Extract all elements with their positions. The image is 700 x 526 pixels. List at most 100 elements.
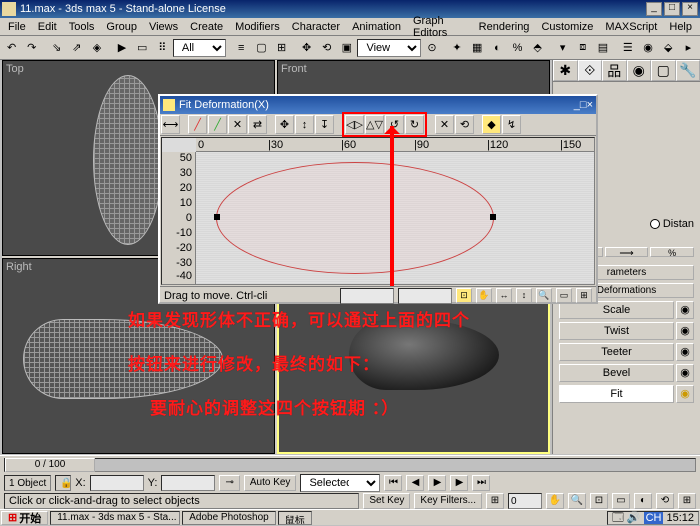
angle-snap-button[interactable]: ◐ — [488, 38, 507, 58]
swap-button[interactable]: ⇄ — [248, 115, 267, 134]
close-button[interactable]: × — [682, 2, 698, 16]
system-tray[interactable]: 🗔 🔊 CH 15:12 — [607, 511, 699, 525]
menu-maxscript[interactable]: MAXScript — [599, 21, 663, 33]
generate-path-button[interactable]: ↯ — [502, 115, 521, 134]
render-scene-button[interactable]: ⬙ — [659, 38, 678, 58]
menu-customize[interactable]: Customize — [535, 21, 599, 33]
unlink-button[interactable]: ⇗ — [67, 38, 86, 58]
named-sel-button[interactable]: ▾ — [553, 38, 572, 58]
menu-create[interactable]: Create — [184, 21, 229, 33]
rotate-cw-button[interactable]: ↻ — [405, 115, 424, 134]
nav-orbit-icon[interactable]: ⟲ — [656, 493, 674, 509]
taskbar-item-mouse[interactable]: 鼠标 — [278, 511, 312, 525]
radio-distan[interactable] — [650, 219, 660, 229]
align-button[interactable]: ▤ — [593, 38, 612, 58]
window-crossing-button[interactable]: ⊞ — [272, 38, 291, 58]
goto-start-button[interactable]: ⏮ — [384, 475, 402, 491]
teeter-button[interactable]: Teeter — [559, 343, 674, 361]
ik-button[interactable]: ✦ — [447, 38, 466, 58]
taskbar-item-3dsmax[interactable]: 11.max - 3ds max 5 - Sta... — [50, 511, 180, 525]
coord-y-input[interactable] — [161, 475, 215, 491]
current-frame-input[interactable] — [508, 493, 542, 509]
display-xy-button[interactable]: ✕ — [228, 115, 247, 134]
menu-group[interactable]: Group — [100, 21, 143, 33]
time-thumb[interactable]: 0 / 100 — [5, 458, 95, 472]
pivot-button[interactable]: ⊙ — [422, 38, 441, 58]
menu-grapheditors[interactable]: Graph Editors — [407, 15, 473, 39]
tray-icon[interactable]: 🗔 — [612, 512, 624, 524]
scale-button[interactable]: ▣ — [337, 38, 356, 58]
start-button[interactable]: ⊞开始 — [1, 511, 48, 525]
select-region-button[interactable]: ▭ — [133, 38, 152, 58]
insert-cp-button[interactable]: ↧ — [315, 115, 334, 134]
undo-button[interactable]: ↶ — [2, 38, 21, 58]
timeconfig-button[interactable]: ⊞ — [486, 493, 504, 509]
zoom-h-icon[interactable]: ↔ — [496, 288, 512, 303]
menu-edit[interactable]: Edit — [32, 21, 63, 33]
tray-icon[interactable]: 🔊 — [627, 512, 641, 524]
time-slider[interactable]: 0 / 100 — [4, 458, 696, 472]
fit-bulb-icon[interactable]: ◉ — [676, 385, 694, 403]
maximize-button[interactable]: □ — [664, 2, 680, 16]
select-byname-button[interactable]: ≡ — [232, 38, 251, 58]
move-cp-button[interactable]: ✥ — [275, 115, 294, 134]
scale-bulb-icon[interactable]: ◉ — [676, 301, 694, 319]
reset-curve-button[interactable]: ⟲ — [455, 115, 474, 134]
nav-fov-icon[interactable]: ◐ — [634, 493, 652, 509]
display-tab[interactable]: ▢ — [651, 60, 676, 81]
keymode-select[interactable]: Selected — [300, 474, 380, 492]
link-button[interactable]: ⇘ — [47, 38, 66, 58]
control-point[interactable] — [490, 214, 496, 220]
keyfilters-button[interactable]: Key Filters... — [414, 493, 482, 509]
rotate-button[interactable]: ⟲ — [317, 38, 336, 58]
select-button[interactable]: ▶ — [112, 38, 131, 58]
redo-button[interactable]: ↷ — [22, 38, 41, 58]
hierarchy-tab[interactable]: 品 — [602, 60, 627, 81]
key-button[interactable]: ⊸ — [219, 475, 239, 491]
nav-maximize-icon[interactable]: ⊞ — [678, 493, 696, 509]
menu-file[interactable]: File — [2, 21, 32, 33]
menu-help[interactable]: Help — [663, 21, 698, 33]
select-fence-button[interactable]: ⠿ — [153, 38, 172, 58]
pan-icon[interactable]: ✋ — [476, 288, 492, 303]
mirror-button[interactable]: ⧈ — [573, 38, 592, 58]
delete-cp-button[interactable]: ✕ — [435, 115, 454, 134]
select-rect-button[interactable]: ▢ — [252, 38, 271, 58]
zoom-v-icon[interactable]: ↕ — [516, 288, 532, 303]
mirror-v-button[interactable]: △▽ — [365, 115, 384, 134]
goto-end-button[interactable]: ⏭ — [472, 475, 490, 491]
scale-cp-button[interactable]: ↕ — [295, 115, 314, 134]
nav-pan-icon[interactable]: ✋ — [546, 493, 564, 509]
menu-tools[interactable]: Tools — [63, 21, 101, 33]
nav-region-icon[interactable]: ▭ — [612, 493, 630, 509]
bevel-bulb-icon[interactable]: ◉ — [676, 364, 694, 382]
utilities-tab[interactable]: 🔧 — [676, 60, 700, 81]
percent-snap-button[interactable]: % — [508, 38, 527, 58]
modify-tab[interactable]: ⟐ — [578, 60, 603, 81]
menu-modifiers[interactable]: Modifiers — [229, 21, 286, 33]
fit-graph[interactable]: 0 |30 |60 |90 |120 |150 50 30 20 10 0 -1… — [161, 137, 595, 285]
fit-close-button[interactable]: × — [587, 99, 593, 111]
prev-frame-button[interactable]: ◀ — [406, 475, 424, 491]
menu-animation[interactable]: Animation — [346, 21, 407, 33]
deformation-curve[interactable] — [216, 162, 494, 274]
coord-x-input[interactable] — [90, 475, 144, 491]
fit-button[interactable]: Fit — [559, 385, 674, 403]
play-button[interactable]: ▶ — [428, 475, 446, 491]
zoom-icon[interactable]: 🔍 — [536, 288, 552, 303]
twist-button[interactable]: Twist — [559, 322, 674, 340]
twist-bulb-icon[interactable]: ◉ — [676, 322, 694, 340]
nav-zoomext-icon[interactable]: ⊡ — [590, 493, 608, 509]
percent-spinner[interactable]: % — [650, 247, 694, 257]
selection-filter[interactable]: All — [173, 39, 226, 57]
motion-tab[interactable]: ◉ — [627, 60, 652, 81]
fit-value-1[interactable] — [340, 288, 394, 304]
control-point[interactable] — [214, 214, 220, 220]
bevel-button[interactable]: Bevel — [559, 364, 674, 382]
teeter-bulb-icon[interactable]: ◉ — [676, 343, 694, 361]
path-next-button[interactable]: ⟶ — [605, 247, 649, 257]
create-tab[interactable]: ✱ — [553, 60, 578, 81]
make-symmetrical-button[interactable]: ⟷ — [161, 115, 180, 134]
lock-icon[interactable]: 🔒 — [55, 475, 71, 491]
zoom-region-icon[interactable]: ▭ — [556, 288, 572, 303]
